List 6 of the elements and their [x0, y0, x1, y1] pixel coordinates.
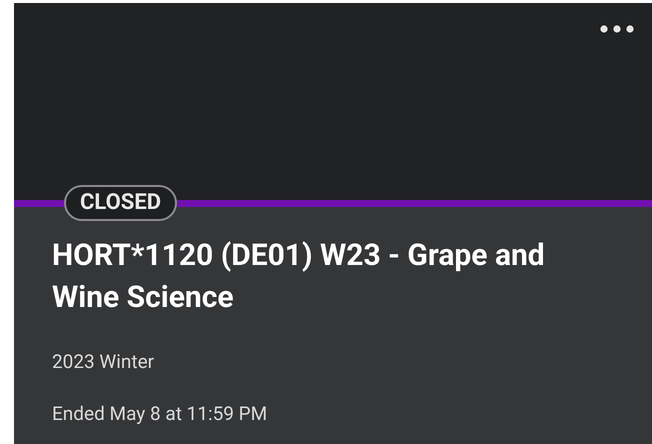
more-icon — [600, 25, 634, 33]
end-date: Ended May 8 at 11:59 PM — [52, 401, 268, 427]
course-term: 2023 Winter — [52, 349, 156, 375]
course-card[interactable]: CLOSED HORT*1120 (DE01) W23 - Grape and Wine Science 2023 Winter Ended May 8 at 11:59 PM — [14, 3, 652, 444]
course-title: HORT*1120 (DE01) W23 - Grape and Wine Science — [52, 237, 546, 317]
status-badge: CLOSED — [64, 185, 177, 221]
